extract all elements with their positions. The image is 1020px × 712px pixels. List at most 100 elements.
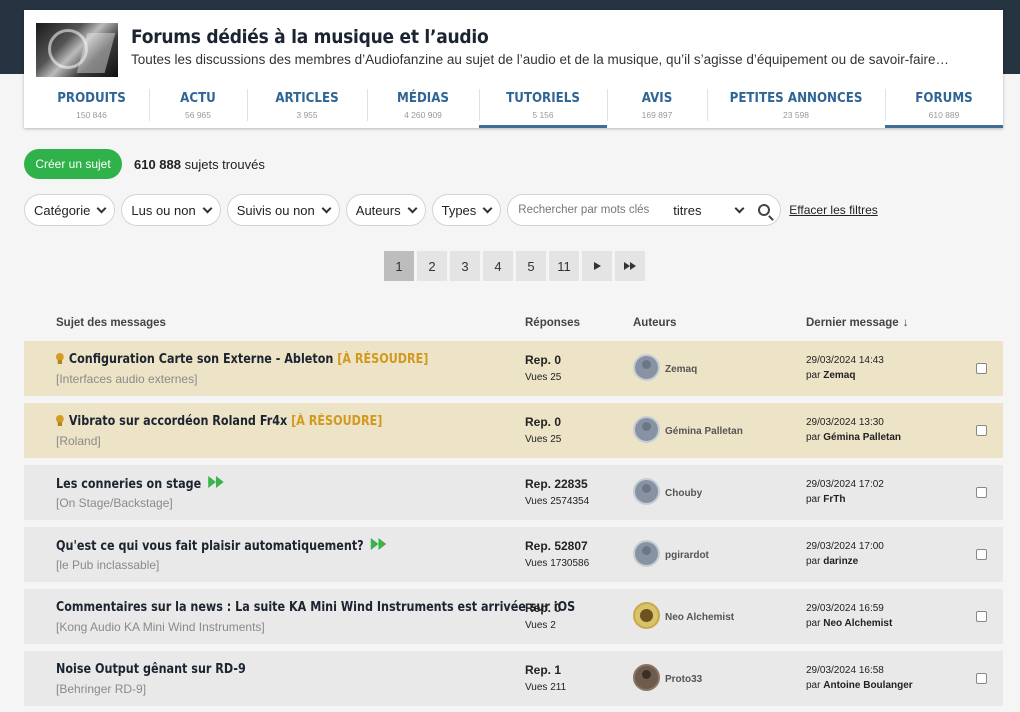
row-checkbox[interactable] xyxy=(976,673,987,684)
topic-title[interactable]: Vibrato sur accordéon Roland Fr4x [À RÉS… xyxy=(56,414,382,429)
last-poster[interactable]: FrTh xyxy=(823,494,845,505)
chevron-down-icon xyxy=(482,203,493,213)
row-checkbox[interactable] xyxy=(976,549,987,560)
nav-item-avis[interactable]: AVIS 169 897 xyxy=(607,83,707,128)
chevron-down-icon xyxy=(407,203,418,213)
nav-item-medias[interactable]: MÉDIAS 4 260 909 xyxy=(367,83,479,128)
read-filter-label: Lus ou non xyxy=(131,202,196,218)
nav-item-tutoriels[interactable]: TUTORIELS 5 156 xyxy=(479,83,607,128)
search-icon[interactable] xyxy=(758,204,771,216)
clear-filters-link[interactable]: Effacer les filtres xyxy=(789,203,877,217)
authors-filter[interactable]: Auteurs xyxy=(345,194,426,226)
topic-title[interactable]: Configuration Carte son Externe - Ableto… xyxy=(56,352,428,367)
topic-category[interactable]: [Behringer RD-9] xyxy=(56,682,146,696)
view-count: Vues 2 xyxy=(525,620,556,631)
avatar[interactable] xyxy=(633,416,660,443)
avatar[interactable] xyxy=(633,664,660,691)
reply-count: Rep. 52807 xyxy=(525,539,588,553)
page-button[interactable]: 1 xyxy=(384,251,414,281)
last-poster[interactable]: darinze xyxy=(823,556,858,567)
topic-toolbar: Créer un sujet 610 888 sujets trouvés xyxy=(24,149,265,179)
page-title: Forums dédiés à la musique et l’audio xyxy=(131,26,489,48)
topic-title[interactable]: Commentaires sur la news : La suite KA M… xyxy=(56,600,575,615)
last-message-by: par Antoine Boulanger xyxy=(806,680,913,691)
last-poster[interactable]: Antoine Boulanger xyxy=(823,680,912,691)
nav-label: ARTICLES xyxy=(275,90,339,106)
types-filter[interactable]: Types xyxy=(431,194,502,226)
header-image xyxy=(36,23,118,77)
col-authors: Auteurs xyxy=(633,317,677,329)
nav-count: 610 889 xyxy=(928,110,960,120)
col-last-message[interactable]: Dernier message ↓ xyxy=(806,317,908,329)
last-poster[interactable]: Gémina Palletan xyxy=(823,432,901,443)
row-checkbox[interactable] xyxy=(976,425,987,436)
author-name[interactable]: Neo Alchemist xyxy=(665,612,734,623)
topic-title[interactable]: Qu'est ce qui vous fait plaisir automati… xyxy=(56,538,387,554)
nav-item-actu[interactable]: ACTU 56 965 xyxy=(149,83,247,128)
row-checkbox[interactable] xyxy=(976,363,987,374)
page-button[interactable]: 4 xyxy=(483,251,513,281)
category-filter[interactable]: Catégorie xyxy=(24,194,116,226)
topic-category[interactable]: [Kong Audio KA Mini Wind Instruments] xyxy=(56,620,265,634)
next-page-button[interactable] xyxy=(582,251,612,281)
search-input[interactable]: Rechercher par mots clés xyxy=(518,204,668,216)
author-name[interactable]: Gémina Palletan xyxy=(665,426,743,437)
topic-category[interactable]: [On Stage/Backstage] xyxy=(56,496,173,510)
topic-title[interactable]: Noise Output gênant sur RD-9 xyxy=(56,662,246,677)
page-button[interactable]: 11 xyxy=(549,251,579,281)
page-button[interactable]: 2 xyxy=(417,251,447,281)
nav-item-forums[interactable]: FORUMS 610 889 xyxy=(885,83,1003,128)
nav-count: 150 846 xyxy=(76,110,107,120)
nav-label: AVIS xyxy=(641,90,673,106)
page-subtitle: Toutes les discussions des membres d’Aud… xyxy=(131,52,949,67)
avatar[interactable] xyxy=(633,478,660,505)
row-checkbox[interactable] xyxy=(976,487,987,498)
topic-category[interactable]: [le Pub inclassable] xyxy=(56,558,159,572)
create-topic-button[interactable]: Créer un sujet xyxy=(24,149,122,179)
last-message-by: par Neo Alchemist xyxy=(806,618,892,629)
author-name[interactable]: pgirardot xyxy=(665,550,709,561)
last-message-date: 29/03/2024 16:58 xyxy=(806,665,884,676)
status-tag: [À RÉSOUDRE] xyxy=(337,352,429,367)
fast-forward-icon[interactable] xyxy=(370,538,387,554)
row-checkbox[interactable] xyxy=(976,611,987,622)
view-count: Vues 1730586 xyxy=(525,558,590,569)
topic-row[interactable]: Qu'est ce qui vous fait plaisir automati… xyxy=(24,527,1003,582)
topic-row[interactable]: Commentaires sur la news : La suite KA M… xyxy=(24,589,1003,644)
fast-forward-icon[interactable] xyxy=(208,476,224,492)
search-scope-select[interactable]: titres xyxy=(673,203,745,218)
fast-forward-icon xyxy=(630,262,636,270)
author-name[interactable]: Proto33 xyxy=(665,674,702,685)
topic-row[interactable]: Les conneries on stage [On Stage/Backsta… xyxy=(24,465,1003,520)
topic-title[interactable]: Les conneries on stage xyxy=(56,476,224,492)
last-page-button[interactable] xyxy=(615,251,645,281)
nav-item-petites-annonces[interactable]: PETITES ANNONCES 23 598 xyxy=(707,83,885,128)
topic-row[interactable]: Vibrato sur accordéon Roland Fr4x [À RÉS… xyxy=(24,403,1003,458)
nav-label: PRODUITS xyxy=(57,90,126,106)
status-tag: [À RÉSOUDRE] xyxy=(291,414,383,429)
topic-category[interactable]: [Interfaces audio externes] xyxy=(56,372,197,386)
avatar[interactable] xyxy=(633,354,660,381)
reply-count: Rep. 1 xyxy=(525,663,562,677)
nav-count: 3 955 xyxy=(296,110,318,120)
nav-item-articles[interactable]: ARTICLES 3 955 xyxy=(247,83,367,128)
page-button[interactable]: 5 xyxy=(516,251,546,281)
avatar[interactable] xyxy=(633,540,660,567)
last-message-by: par FrTh xyxy=(806,494,845,505)
read-filter[interactable]: Lus ou non xyxy=(121,194,221,226)
last-poster[interactable]: Zemaq xyxy=(823,370,855,381)
page-button[interactable]: 3 xyxy=(450,251,480,281)
topic-row[interactable]: Noise Output gênant sur RD-9 [Behringer … xyxy=(24,651,1003,706)
topic-category[interactable]: [Roland] xyxy=(56,434,101,448)
col-last-label: Dernier message xyxy=(806,317,899,329)
author-name[interactable]: Zemaq xyxy=(665,364,697,375)
search-box: Rechercher par mots clés titres xyxy=(507,194,782,226)
nav-label: MÉDIAS xyxy=(397,90,449,106)
col-subject: Sujet des messages xyxy=(56,317,166,329)
followed-filter[interactable]: Suivis ou non xyxy=(226,194,340,226)
author-name[interactable]: Chouby xyxy=(665,488,702,499)
avatar[interactable] xyxy=(633,602,660,629)
topic-row[interactable]: Configuration Carte son Externe - Ableto… xyxy=(24,341,1003,396)
nav-item-produits[interactable]: PRODUITS 150 846 xyxy=(34,83,149,128)
last-poster[interactable]: Neo Alchemist xyxy=(823,618,892,629)
